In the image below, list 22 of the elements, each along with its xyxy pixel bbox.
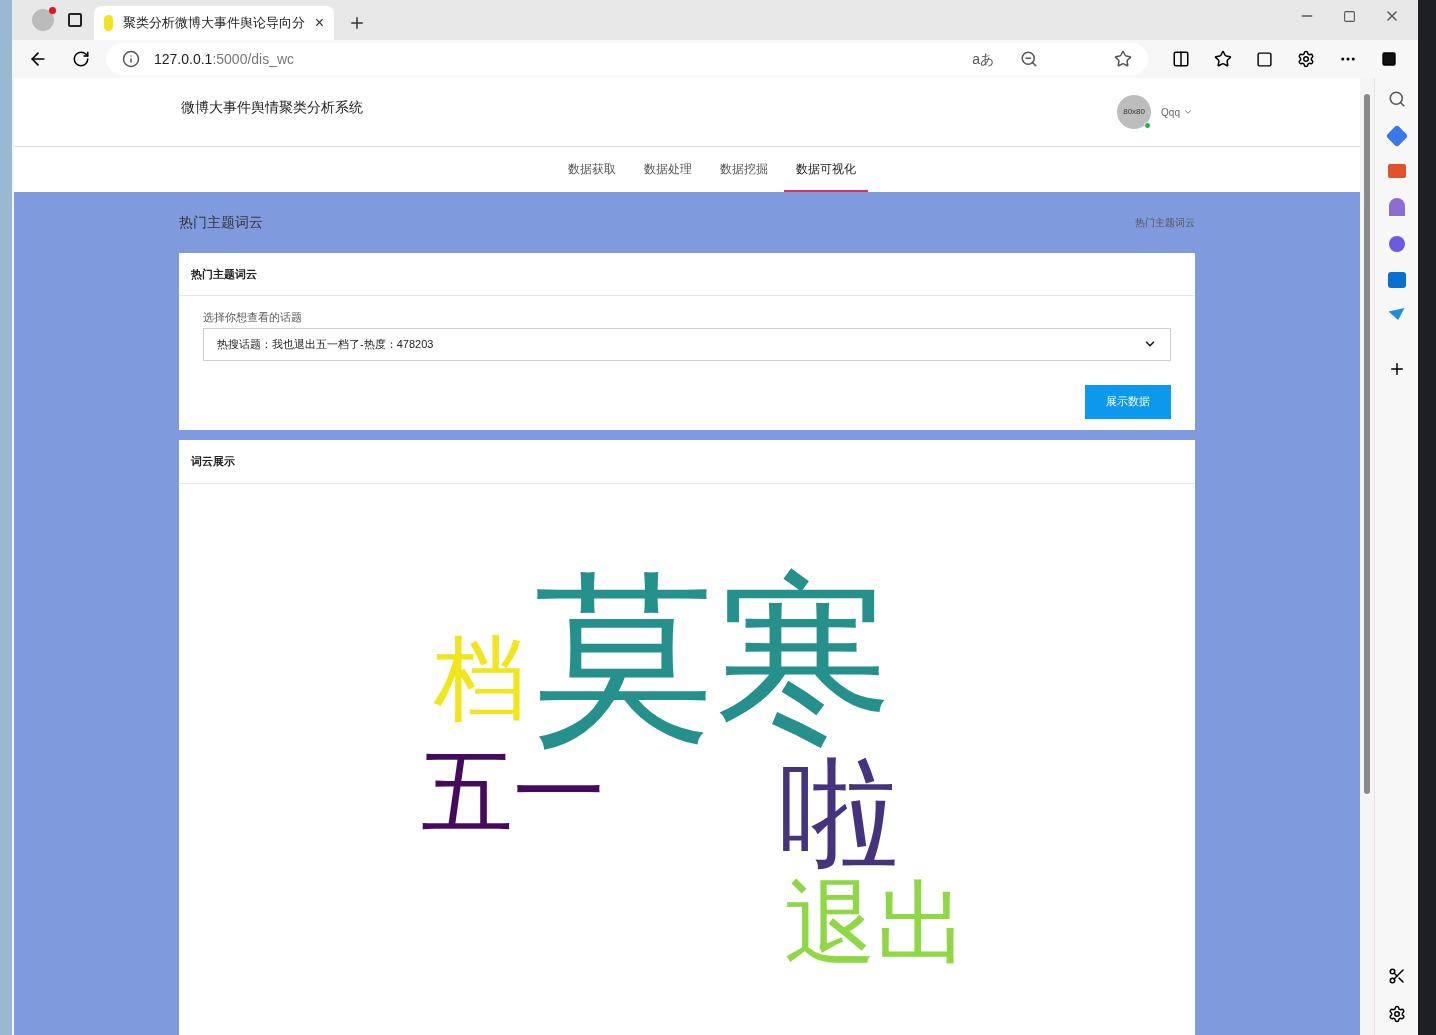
avatar[interactable]: 80x80 bbox=[1117, 95, 1152, 129]
card-title: 词云展示 bbox=[191, 454, 235, 470]
page-heading: 热门主题词云 bbox=[179, 213, 263, 232]
topic-select[interactable]: 热搜话题：我也退出五一档了-热度：478203 bbox=[203, 327, 1171, 361]
tab-title: 聚类分析微博大事件舆论导向分 bbox=[122, 14, 305, 33]
user-menu[interactable]: Qqq bbox=[1161, 104, 1193, 120]
translate-label[interactable]: aあ bbox=[972, 48, 994, 70]
nav-tab[interactable]: 数据挖掘 bbox=[708, 147, 780, 192]
url-text: 127.0.0.1:5000/dis_wc bbox=[154, 49, 296, 69]
tab-close-button[interactable]: × bbox=[314, 11, 324, 35]
site-title: 微博大事件舆情聚类分析系统 bbox=[181, 97, 364, 117]
address-bar[interactable]: 127.0.0.1:5000/dis_wc aあ bbox=[106, 43, 1148, 75]
cloud-word: 退出 bbox=[784, 877, 968, 969]
cloud-word: 莫寒 bbox=[534, 569, 894, 749]
browser-tab[interactable]: 聚类分析微博大事件舆论导向分 × bbox=[94, 6, 334, 40]
nav-tab[interactable]: 数据处理 bbox=[632, 147, 704, 192]
cloud-word: 啦 bbox=[779, 754, 899, 874]
cloud-word: 档 bbox=[434, 632, 526, 724]
nav-tab[interactable]: 数据获取 bbox=[556, 147, 628, 192]
nav-tab[interactable]: 数据可视化 bbox=[784, 147, 868, 192]
field-label: 选择你想查看的话题 bbox=[203, 310, 303, 325]
card-title: 热门主题词云 bbox=[191, 266, 257, 282]
